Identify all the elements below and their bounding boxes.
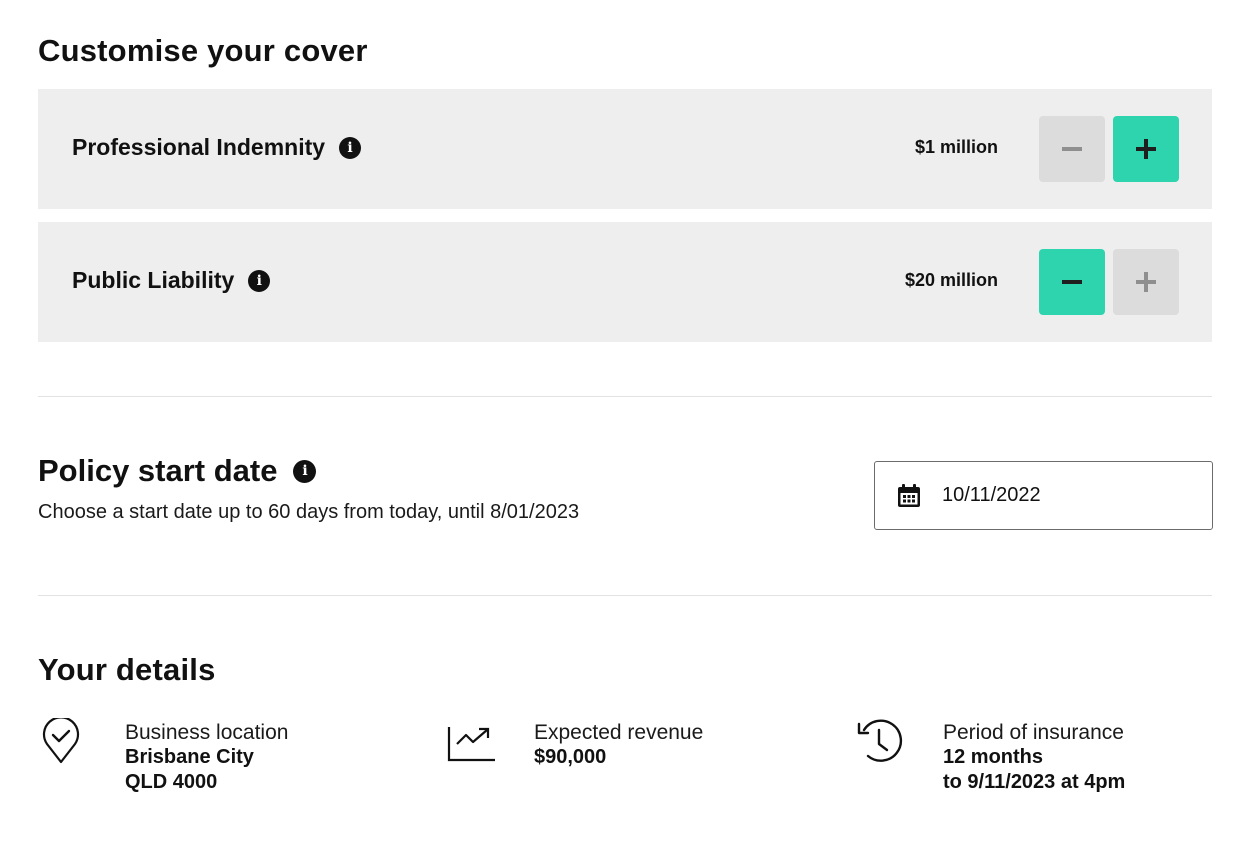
- location-pin-check-icon: [42, 718, 80, 764]
- cover-amount: $20 million: [904, 270, 998, 290]
- policy-title-text: Policy start date: [38, 453, 278, 488]
- plus-icon: [1136, 139, 1156, 159]
- cover-row-public-liability: Public Liability i $20 million: [38, 222, 1212, 342]
- calendar-icon: [898, 483, 920, 507]
- detail-label: Business location: [125, 721, 289, 744]
- detail-value: $90,000: [534, 746, 607, 768]
- policy-start-date-heading: Policy start date i: [38, 453, 317, 489]
- minus-icon: [1062, 147, 1082, 151]
- section-divider: [38, 595, 1212, 596]
- customise-cover-heading: Customise your cover: [38, 33, 368, 68]
- increase-cover-button[interactable]: [1113, 116, 1179, 182]
- cover-label-text: Public Liability: [72, 267, 235, 293]
- decrease-cover-button[interactable]: [1039, 249, 1105, 315]
- detail-value: to 9/11/2023 at 4pm: [943, 771, 1126, 793]
- history-clock-icon: [857, 719, 903, 762]
- cover-amount: $1 million: [914, 137, 998, 157]
- detail-value: QLD 4000: [125, 771, 218, 793]
- start-date-field[interactable]: [874, 461, 1213, 530]
- cover-label: Professional Indemnity i: [72, 134, 362, 161]
- cover-row-professional-indemnity: Professional Indemnity i $1 million: [38, 89, 1212, 209]
- cover-label-text: Professional Indemnity: [72, 134, 326, 160]
- policy-start-date-hint: Choose a start date up to 60 days from t…: [38, 501, 580, 523]
- info-icon[interactable]: i: [293, 459, 317, 483]
- increase-cover-button[interactable]: [1113, 249, 1179, 315]
- trending-up-chart-icon: [447, 727, 495, 762]
- your-details-heading: Your details: [38, 652, 216, 687]
- plus-icon: [1136, 272, 1156, 292]
- section-divider: [38, 396, 1212, 397]
- detail-label: Period of insurance: [943, 721, 1124, 744]
- minus-icon: [1062, 280, 1082, 284]
- detail-label: Expected revenue: [534, 721, 704, 744]
- info-icon[interactable]: i: [339, 136, 362, 159]
- detail-value: 12 months: [943, 746, 1044, 768]
- cover-label: Public Liability i: [72, 267, 271, 294]
- detail-value: Brisbane City: [125, 746, 254, 768]
- decrease-cover-button[interactable]: [1039, 116, 1105, 182]
- start-date-input[interactable]: [942, 484, 1142, 507]
- info-icon[interactable]: i: [248, 269, 271, 292]
